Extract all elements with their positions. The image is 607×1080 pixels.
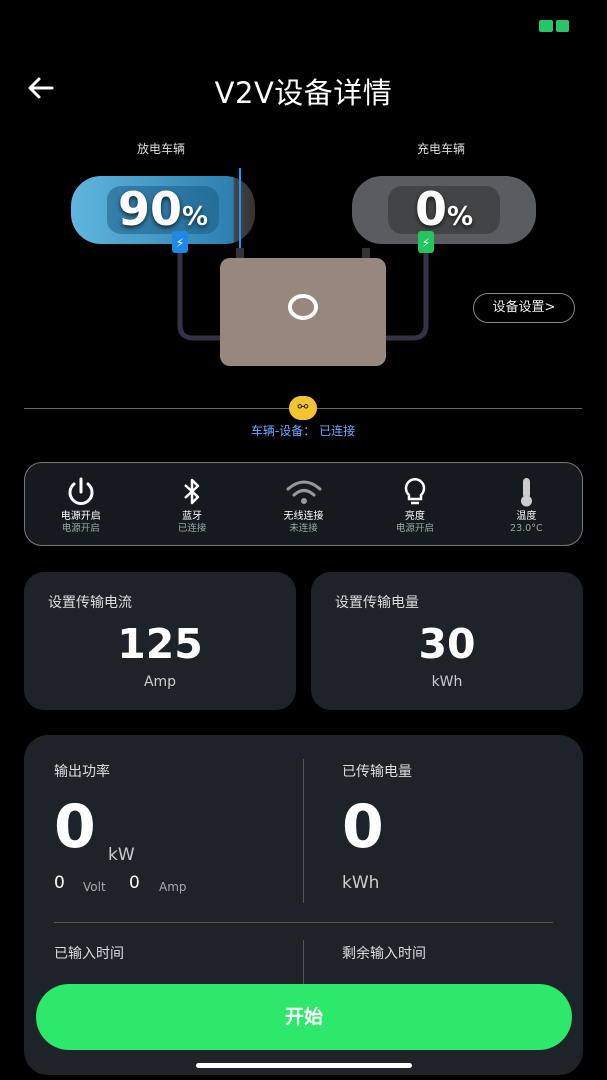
amperage-unit: Amp <box>159 880 187 894</box>
page-title: V2V设备详情 <box>214 76 393 110</box>
header: V2V设备详情 <box>0 60 607 116</box>
thermometer-icon <box>521 478 533 507</box>
wifi-icon <box>286 480 322 504</box>
status-sub: 未连接 <box>289 523 318 534</box>
status-sub: 电源开启 <box>61 523 100 534</box>
device-settings-button[interactable]: 设备设置> <box>473 293 575 323</box>
svg-text:⚡: ⚡ <box>422 236 430 250</box>
card-title: 设置传输电量 <box>335 595 419 611</box>
voltage-unit: Volt <box>83 880 106 894</box>
transfer-current-card[interactable]: 设置传输电流 125 Amp <box>24 572 296 710</box>
divider <box>303 759 304 903</box>
elapsed-time-title: 已输入时间 <box>54 946 124 962</box>
card-value: 125 <box>117 620 203 668</box>
divider <box>54 922 553 923</box>
status-temperature: 温度 23.0°C <box>471 463 582 545</box>
output-power-title: 输出功率 <box>54 764 110 780</box>
output-power-value: 0 <box>54 792 96 862</box>
status-bluetooth: 蓝牙 已连接 <box>136 463 247 545</box>
power-icon <box>68 477 94 505</box>
status-sub: 电源开启 <box>395 523 434 534</box>
card-unit: kWh <box>431 674 463 690</box>
cable-diagram: ⚡ ⚡ <box>172 231 434 366</box>
battery-status-icon <box>539 20 569 32</box>
status-sub: 已连接 <box>177 523 207 534</box>
transferred-energy-title: 已传输电量 <box>342 764 412 780</box>
home-indicator <box>196 1063 412 1068</box>
card-title: 设置传输电流 <box>48 595 132 611</box>
card-value: 30 <box>418 620 476 668</box>
status-sub: 23.0°C <box>510 523 543 534</box>
amperage-value: 0 <box>129 873 140 893</box>
link-icon: ⚯ <box>289 396 317 420</box>
status-label: 蓝牙 <box>182 511 203 522</box>
connection-status: 车辆-设备： 已连接 <box>250 424 356 438</box>
bluetooth-icon <box>184 478 200 505</box>
status-power: 电源开启 电源开启 <box>25 463 136 545</box>
status-brightness: 亮度 电源开启 <box>359 463 470 545</box>
vehicle-diagram: 放电车辆 充电车辆 90% 0% ⚡ ⚡ 设备设置> <box>0 130 607 390</box>
svg-text:⚡: ⚡ <box>176 236 184 250</box>
connection-row: ⚯ 车辆-设备： 已连接 <box>24 395 582 441</box>
lightbulb-icon <box>404 478 426 505</box>
card-unit: Amp <box>143 674 177 690</box>
start-button[interactable]: 开始 <box>36 984 572 1050</box>
output-power-unit: kW <box>108 845 135 865</box>
status-label: 电源开启 <box>60 511 101 522</box>
remaining-time-title: 剩余输入时间 <box>342 946 426 962</box>
transferred-energy-value: 0 <box>342 792 384 862</box>
status-label: 亮度 <box>404 511 425 522</box>
transfer-energy-card[interactable]: 设置传输电量 30 kWh <box>311 572 583 710</box>
status-label: 温度 <box>516 511 537 522</box>
transferred-energy-unit: kWh <box>342 873 380 893</box>
status-label: 无线连接 <box>283 511 324 522</box>
status-wifi: 无线连接 未连接 <box>248 463 359 545</box>
voltage-value: 0 <box>54 873 65 893</box>
device-status-bar: 电源开启 电源开启 蓝牙 已连接 无线连接 未连接 亮度 电源开启 温度 23.… <box>24 462 583 546</box>
